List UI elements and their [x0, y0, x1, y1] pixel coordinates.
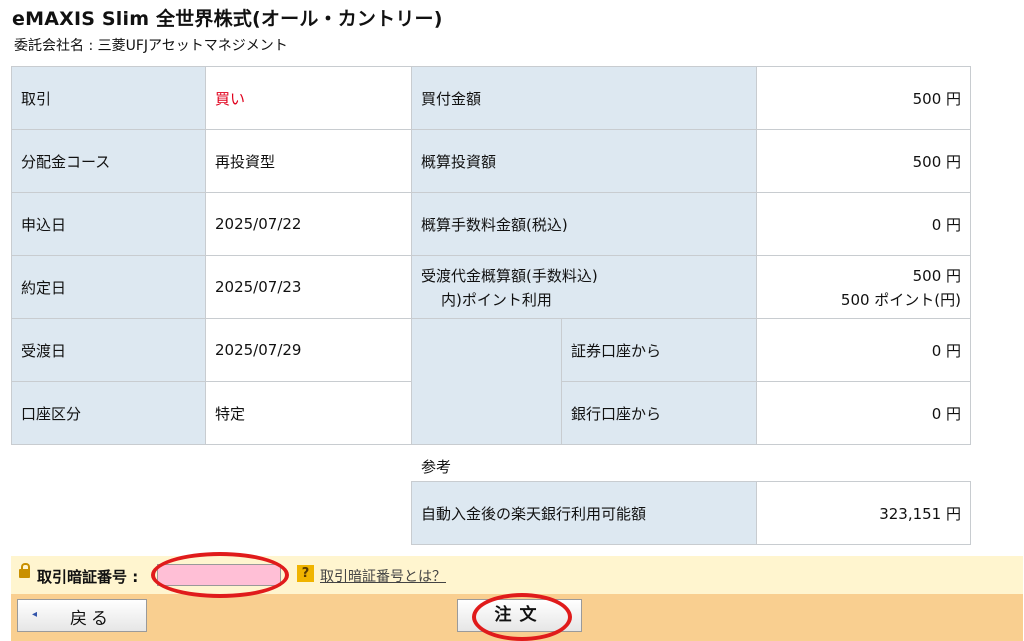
dividend-course-label: 分配金コース [11, 129, 206, 193]
delivery-date-value: 2025/07/29 [205, 318, 412, 382]
table-row: 約定日 2025/07/23 受渡代金概算額(手数料込) 内)ポイント利用 50… [11, 255, 972, 319]
purchase-amount-value: 500 円 [756, 66, 972, 130]
settlement-amount-cell: 受渡代金概算額(手数料込) 内)ポイント利用 [410, 255, 758, 319]
management-company: 委託会社名 : 三菱UFJアセットマネジメント [14, 38, 288, 54]
help-icon[interactable]: ? [297, 565, 314, 582]
delivery-date-label: 受渡日 [11, 318, 206, 382]
estimated-investment-label: 概算投資額 [410, 129, 758, 193]
from-bank-account-label: 銀行口座から [560, 381, 758, 445]
pin-input[interactable] [157, 564, 281, 586]
application-date-label: 申込日 [11, 192, 206, 256]
pin-bar: 取引暗証番号 : ? 取引暗証番号とは？ [11, 556, 1023, 594]
estimated-investment-value: 500 円 [756, 129, 972, 193]
order-button[interactable]: 注文 [457, 599, 582, 632]
settlement-amount-value: 500 円 [912, 266, 962, 285]
back-button-label: 戻る [70, 609, 112, 629]
bank-available-label: 自動入金後の楽天銀行利用可能額 [411, 481, 757, 545]
order-details-table: 取引 買い 買付金額 500 円 分配金コース 再投資型 概算投資額 500 円… [11, 66, 972, 445]
table-row: 取引 買い 買付金額 500 円 [11, 66, 972, 130]
trade-type-value: 買い [205, 66, 412, 130]
contract-date-label: 約定日 [11, 255, 206, 319]
fund-title: eMAXIS Slim 全世界株式(オール・カントリー) [12, 8, 443, 30]
table-row: 分配金コース 再投資型 概算投資額 500 円 [11, 129, 972, 193]
purchase-amount-label: 買付金額 [410, 66, 758, 130]
contract-date-value: 2025/07/23 [205, 255, 412, 319]
estimated-fee-label: 概算手数料金額(税込) [410, 192, 758, 256]
table-row: 受渡日 2025/07/29 証券口座から 0 円 [11, 318, 972, 445]
settlement-amount-label: 受渡代金概算額(手数料込) [421, 266, 598, 285]
application-date-value: 2025/07/22 [205, 192, 412, 256]
reference-table: 自動入金後の楽天銀行利用可能額 323,151 円 [411, 481, 971, 545]
pin-label: 取引暗証番号 : [37, 568, 139, 586]
point-usage-label: 内)ポイント利用 [441, 290, 552, 309]
table-row: 申込日 2025/07/22 概算手数料金額(税込) 0 円 [11, 192, 972, 256]
account-type-value: 特定 [205, 381, 412, 445]
bank-available-value: 323,151 円 [756, 481, 971, 545]
pin-help-link[interactable]: 取引暗証番号とは？ [320, 566, 446, 586]
dividend-course-value: 再投資型 [205, 129, 412, 193]
back-button[interactable]: ◂ 戻る [17, 599, 147, 632]
estimated-fee-value: 0 円 [756, 192, 972, 256]
lock-icon [19, 563, 30, 578]
from-bank-account-value: 0 円 [756, 381, 972, 445]
table-row: 自動入金後の楽天銀行利用可能額 323,151 円 [411, 481, 971, 545]
trade-type-label: 取引 [11, 66, 206, 130]
point-usage-value: 500 ポイント(円) [840, 290, 962, 309]
payment-source-spacer [411, 318, 562, 445]
account-type-label: 口座区分 [11, 381, 206, 445]
settlement-amount-values: 500 円 500 ポイント(円) [756, 255, 972, 319]
back-arrow-icon: ◂ [32, 609, 38, 620]
from-securities-account-label: 証券口座から [560, 318, 758, 382]
action-bar: ◂ 戻る 注文 [11, 594, 1023, 641]
reference-heading: 参考 [421, 458, 452, 476]
from-securities-account-value: 0 円 [756, 318, 972, 382]
